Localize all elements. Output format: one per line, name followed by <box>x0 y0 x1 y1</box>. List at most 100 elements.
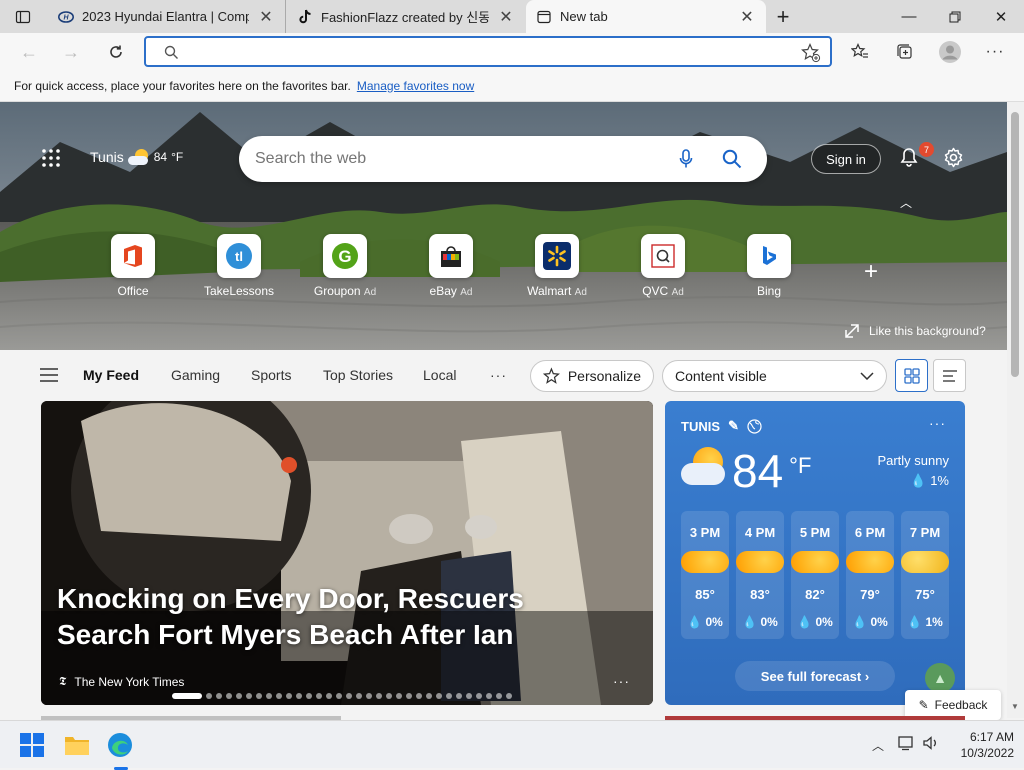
manage-favorites-link[interactable]: Manage favorites now <box>357 79 474 93</box>
carousel-dot[interactable] <box>506 693 512 699</box>
carousel-dot[interactable] <box>306 693 312 699</box>
tree-icon[interactable]: ▲ <box>925 663 955 693</box>
quick-link-qvc[interactable]: QVC Ad <box>618 234 708 298</box>
personalize-button[interactable]: Personalize <box>530 360 654 392</box>
weather-card[interactable]: TUNIS ✎ ··· 84 °F Partly sunny 💧 1% 3 PM… <box>665 401 965 705</box>
carousel-dot[interactable] <box>436 693 442 699</box>
scrollbar-thumb[interactable] <box>1011 112 1019 377</box>
minimize-button[interactable]: — <box>886 0 932 33</box>
quick-link-bing[interactable]: Bing <box>724 234 814 298</box>
carousel-dot[interactable] <box>172 693 202 699</box>
quick-link-office[interactable]: Office <box>88 234 178 298</box>
quick-link-walmart[interactable]: Walmart Ad <box>512 234 602 298</box>
start-button[interactable] <box>16 729 48 761</box>
carousel-dot[interactable] <box>286 693 292 699</box>
carousel-dot[interactable] <box>396 693 402 699</box>
apps-launcher-button[interactable] <box>42 149 60 170</box>
web-search-input[interactable] <box>255 148 635 170</box>
carousel-dot[interactable] <box>296 693 302 699</box>
page-scrollbar[interactable]: ▼ <box>1007 102 1024 718</box>
edge-taskbar-button[interactable] <box>104 729 136 770</box>
add-quick-link-button[interactable]: + <box>864 258 878 286</box>
carousel-dot[interactable] <box>466 693 472 699</box>
see-full-forecast-button[interactable]: See full forecast › <box>735 661 895 691</box>
tab-tiktok[interactable]: FashionFlazz created by 신동호S ✕ <box>287 0 525 33</box>
tab-gaming[interactable]: Gaming <box>171 367 220 383</box>
carousel-dot[interactable] <box>226 693 232 699</box>
tab-sports[interactable]: Sports <box>251 367 291 383</box>
article-headline[interactable]: Knocking on Every Door, Rescuers Search … <box>57 581 617 653</box>
tab-hyundai[interactable]: H 2023 Hyundai Elantra | Compact ✕ <box>48 0 286 33</box>
hourly-forecast-item[interactable]: 6 PM 79° 💧 0% <box>846 511 894 639</box>
carousel-dot[interactable] <box>206 693 212 699</box>
hourly-forecast-item[interactable]: 3 PM 85° 💧 0% <box>681 511 729 639</box>
carousel-dot[interactable] <box>266 693 272 699</box>
grid-view-button[interactable] <box>895 359 928 392</box>
add-favorite-icon[interactable] <box>801 43 821 63</box>
weather-more-icon[interactable]: ··· <box>929 415 946 431</box>
address-input[interactable] <box>190 41 790 63</box>
carousel-dot[interactable] <box>476 693 482 699</box>
scroll-down-icon[interactable]: ▼ <box>1011 702 1019 711</box>
hero-weather[interactable]: Tunis 84 °F <box>90 149 183 165</box>
carousel-indicators[interactable] <box>172 693 512 699</box>
article-source[interactable]: 𝕿 The New York Times <box>59 674 184 689</box>
tab-actions-button[interactable] <box>0 0 46 33</box>
forward-button[interactable]: → <box>56 37 86 67</box>
tab-top-stories[interactable]: Top Stories <box>323 367 393 383</box>
page-settings-button[interactable] <box>943 147 964 171</box>
weather-location[interactable]: TUNIS ✎ <box>681 418 762 434</box>
carousel-dot[interactable] <box>406 693 412 699</box>
carousel-dot[interactable] <box>336 693 342 699</box>
notifications-button[interactable]: 7 <box>898 142 934 171</box>
close-tab-icon[interactable]: ✕ <box>738 7 756 27</box>
collapse-chevron-icon[interactable]: ︿ <box>900 194 912 211</box>
back-button[interactable]: ← <box>14 37 44 67</box>
tab-new-tab[interactable]: New tab ✕ <box>526 0 766 33</box>
favorites-button[interactable] <box>845 37 875 67</box>
carousel-dot[interactable] <box>216 693 222 699</box>
article-more-icon[interactable]: ··· <box>613 673 630 689</box>
refresh-button[interactable] <box>101 37 131 67</box>
feed-menu-button[interactable] <box>40 368 58 385</box>
carousel-dot[interactable] <box>256 693 262 699</box>
hourly-forecast-item[interactable]: 4 PM 83° 💧 0% <box>736 511 784 639</box>
hourly-forecast-item[interactable]: 5 PM 82° 💧 0% <box>791 511 839 639</box>
quick-link-takelessons[interactable]: tl TakeLessons <box>194 234 284 298</box>
carousel-dot[interactable] <box>376 693 382 699</box>
tab-my-feed[interactable]: My Feed <box>83 367 139 383</box>
network-icon[interactable] <box>898 735 916 754</box>
search-icon[interactable] <box>722 149 742 169</box>
more-tabs-icon[interactable]: ··· <box>490 367 507 383</box>
address-bar[interactable] <box>144 36 832 67</box>
web-search-box[interactable] <box>239 136 767 182</box>
carousel-dot[interactable] <box>326 693 332 699</box>
quick-link-groupon[interactable]: G Groupon Ad <box>300 234 390 298</box>
carousel-dot[interactable] <box>346 693 352 699</box>
restore-button[interactable] <box>932 0 978 33</box>
carousel-dot[interactable] <box>366 693 372 699</box>
volume-icon[interactable] <box>922 735 940 754</box>
content-visibility-dropdown[interactable]: Content visible <box>662 360 887 392</box>
quick-link-ebay[interactable]: eBay Ad <box>406 234 496 298</box>
close-tab-icon[interactable]: ✕ <box>257 7 275 27</box>
carousel-dot[interactable] <box>426 693 432 699</box>
carousel-dot[interactable] <box>386 693 392 699</box>
carousel-dot[interactable] <box>456 693 462 699</box>
sign-in-button[interactable]: Sign in <box>811 144 881 174</box>
carousel-dot[interactable] <box>416 693 422 699</box>
profile-button[interactable] <box>935 37 965 67</box>
carousel-dot[interactable] <box>276 693 282 699</box>
settings-more-button[interactable]: ··· <box>980 37 1010 67</box>
carousel-dot[interactable] <box>246 693 252 699</box>
globe-icon[interactable] <box>747 418 762 434</box>
close-tab-icon[interactable]: ✕ <box>497 7 515 27</box>
edit-pencil-icon[interactable]: ✎ <box>728 418 739 434</box>
list-view-button[interactable] <box>933 359 966 392</box>
system-clock[interactable]: 6:17 AM 10/3/2022 <box>948 729 1014 761</box>
tab-local[interactable]: Local <box>423 367 456 383</box>
hourly-forecast-item[interactable]: 7 PM 75° 💧 1% <box>901 511 949 639</box>
featured-article-card[interactable]: Knocking on Every Door, Rescuers Search … <box>41 401 653 705</box>
like-background-button[interactable]: Like this background? <box>845 324 986 338</box>
carousel-dot[interactable] <box>236 693 242 699</box>
